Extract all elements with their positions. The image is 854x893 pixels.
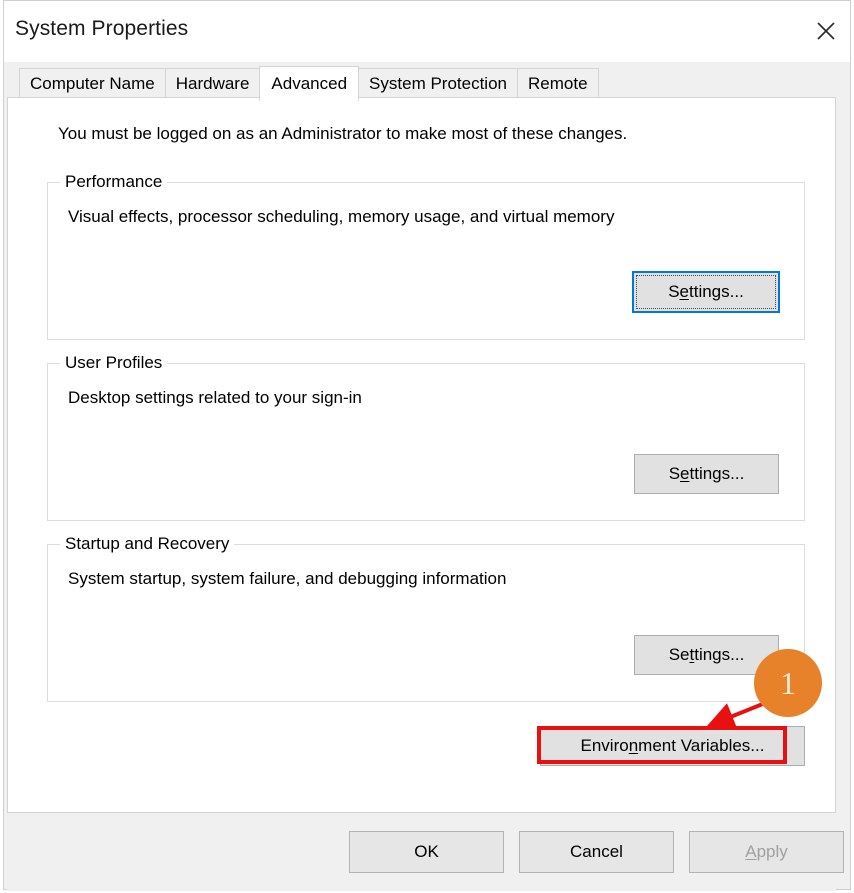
dialog-window: System Properties Computer Name Hardware xyxy=(3,0,851,891)
group-description: System startup, system failure, and debu… xyxy=(68,569,507,588)
administrator-notice: You must be logged on as an Administrato… xyxy=(58,124,628,143)
tab-remote[interactable]: Remote xyxy=(517,68,599,99)
apply-button[interactable]: Apply xyxy=(689,831,844,873)
window-title: System Properties xyxy=(15,17,189,40)
group-title: Startup and Recovery xyxy=(60,534,235,554)
button-label: Environment Variables... xyxy=(580,736,765,755)
tab-computer-name[interactable]: Computer Name xyxy=(19,68,166,99)
step-number: 1 xyxy=(780,664,796,701)
ok-button[interactable]: OK xyxy=(349,831,504,873)
button-label: Cancel xyxy=(570,842,623,861)
tab-content-advanced: You must be logged on as an Administrato… xyxy=(7,97,836,813)
tab-strip: Computer Name Hardware Advanced System P… xyxy=(4,62,850,101)
group-description: Desktop settings related to your sign-in xyxy=(68,388,362,407)
performance-settings-button[interactable]: Settings... xyxy=(632,271,780,313)
group-performance: Performance Visual effects, processor sc… xyxy=(47,172,805,340)
tab-label: Hardware xyxy=(175,74,250,93)
group-startup-recovery: Startup and Recovery System startup, sys… xyxy=(47,534,805,702)
system-properties-dialog: System Properties Computer Name Hardware xyxy=(0,0,854,893)
cancel-button[interactable]: Cancel xyxy=(519,831,674,873)
tab-advanced[interactable]: Advanced xyxy=(259,66,360,101)
tab-label: Advanced xyxy=(271,73,348,93)
button-label: OK xyxy=(414,842,439,861)
group-title: User Profiles xyxy=(60,353,168,373)
user-profiles-settings-button[interactable]: Settings... xyxy=(634,454,779,494)
group-title: Performance xyxy=(60,172,168,192)
tab-list: Computer Name Hardware Advanced System P… xyxy=(19,66,599,101)
close-icon xyxy=(815,20,837,42)
tab-label: System Protection xyxy=(369,74,507,93)
button-label: Apply xyxy=(745,842,788,861)
button-label: Settings... xyxy=(668,282,744,301)
dialog-footer: OK Cancel Apply xyxy=(7,814,844,891)
title-bar: System Properties xyxy=(4,1,850,62)
environment-variables-button[interactable]: Environment Variables... xyxy=(540,726,805,766)
group-description: Visual effects, processor scheduling, me… xyxy=(68,207,615,226)
step-number-badge: 1 xyxy=(754,649,822,717)
button-label: Settings... xyxy=(668,464,745,483)
tab-system-protection[interactable]: System Protection xyxy=(358,68,518,99)
tab-hardware[interactable]: Hardware xyxy=(164,68,261,99)
close-button[interactable] xyxy=(802,1,850,61)
group-user-profiles: User Profiles Desktop settings related t… xyxy=(47,353,805,521)
button-label: Settings... xyxy=(668,645,745,664)
tab-label: Computer Name xyxy=(30,74,155,93)
tab-label: Remote xyxy=(528,74,588,93)
